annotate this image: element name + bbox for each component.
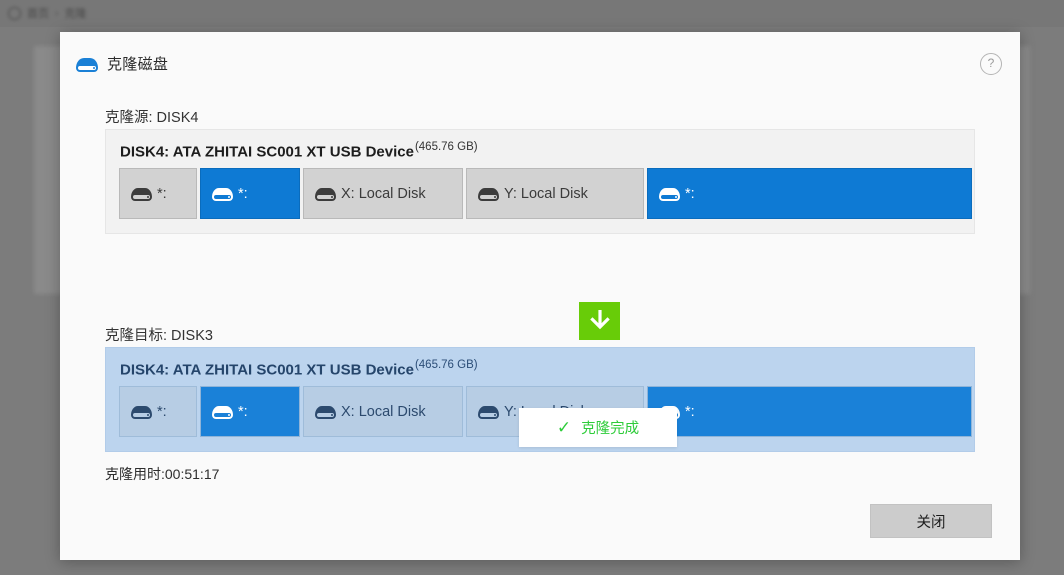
- source-partition[interactable]: *:: [119, 168, 197, 219]
- target-disk-size: (465.76 GB): [414, 359, 478, 371]
- home-icon: [8, 6, 21, 20]
- target-partition-label: *:: [238, 403, 248, 420]
- target-disk-name: DISK4: ATA ZHITAI SC001 XT USB Device: [120, 361, 414, 379]
- breadcrumb-separator: ›: [55, 7, 59, 19]
- disk-icon: [315, 404, 336, 419]
- source-partition-label: Y: Local Disk: [504, 185, 588, 202]
- target-partition-label: X: Local Disk: [341, 403, 426, 420]
- target-partition[interactable]: *:: [647, 386, 972, 437]
- target-label: 克隆目标: DISK3: [105, 328, 213, 344]
- source-partition[interactable]: *:: [647, 168, 972, 219]
- clone-complete-toast: ✓ 克隆完成: [519, 408, 677, 447]
- elapsed-time-text: 克隆用时:00:51:17: [105, 466, 220, 482]
- source-disk-name: DISK4: ATA ZHITAI SC001 XT USB Device: [120, 143, 414, 161]
- source-partition-label: X: Local Disk: [341, 185, 426, 202]
- source-label: 克隆源: DISK4: [105, 110, 199, 126]
- target-partition[interactable]: *:: [119, 386, 197, 437]
- source-partition-label: *:: [238, 185, 248, 202]
- disk-icon: [659, 186, 680, 201]
- source-partition-label: *:: [157, 185, 167, 202]
- close-button[interactable]: 关闭: [870, 504, 992, 538]
- arrow-down-icon: [589, 310, 610, 330]
- breadcrumb-item-second: 克隆: [64, 8, 87, 20]
- disk-icon: [315, 186, 336, 201]
- source-disk-card: DISK4: ATA ZHITAI SC001 XT USB Device(46…: [105, 129, 975, 234]
- disk-icon: [131, 404, 152, 419]
- page-title: 克隆磁盘: [107, 56, 169, 73]
- source-partition[interactable]: *:: [200, 168, 300, 219]
- clone-direction-arrow-button[interactable]: [579, 302, 620, 340]
- target-partition-label: *:: [157, 403, 167, 420]
- dialog-title-block: 克隆磁盘: [76, 53, 168, 74]
- source-disk-title: DISK4: ATA ZHITAI SC001 XT USB Device(46…: [120, 141, 478, 161]
- disk-icon: [131, 186, 152, 201]
- source-partition-row: *: *: X: Local Disk Y: Local Disk *:: [119, 168, 972, 219]
- disk-icon: [478, 404, 499, 419]
- disk-icon: [212, 186, 233, 201]
- disk-icon: [76, 55, 98, 72]
- source-disk-size: (465.76 GB): [414, 141, 478, 153]
- target-partition[interactable]: *:: [200, 386, 300, 437]
- source-partition[interactable]: X: Local Disk: [303, 168, 463, 219]
- check-icon: ✓: [556, 418, 572, 437]
- clone-complete-message: 克隆完成: [581, 421, 640, 437]
- source-partition[interactable]: Y: Local Disk: [466, 168, 644, 219]
- clone-disk-dialog: 克隆磁盘 ? 克隆源: DISK4 DISK4: ATA ZHITAI SC00…: [60, 32, 1020, 560]
- breadcrumb: 首页 › 克隆: [8, 5, 86, 21]
- disk-icon: [478, 186, 499, 201]
- target-partition-label: *:: [685, 403, 695, 420]
- source-partition-label: *:: [685, 185, 695, 202]
- target-partition[interactable]: X: Local Disk: [303, 386, 463, 437]
- target-disk-title: DISK4: ATA ZHITAI SC001 XT USB Device(46…: [120, 359, 478, 379]
- help-icon[interactable]: ?: [980, 53, 1002, 75]
- breadcrumb-item-first: 首页: [27, 8, 49, 20]
- dialog-header: 克隆磁盘 ?: [60, 32, 1020, 94]
- background-topbar: 首页 › 克隆: [0, 0, 1064, 27]
- disk-icon: [212, 404, 233, 419]
